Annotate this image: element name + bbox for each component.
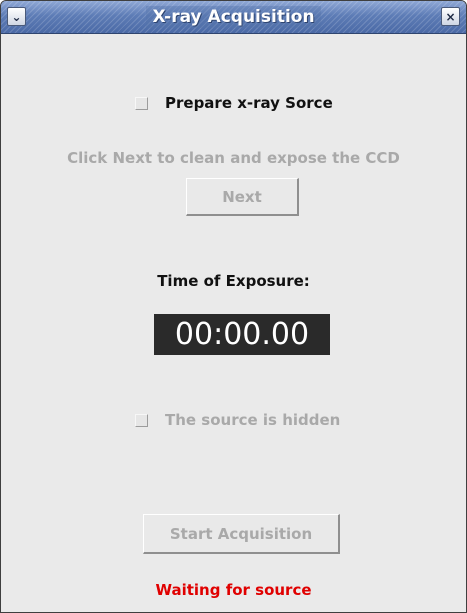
source-hidden-label: The source is hidden	[165, 411, 341, 429]
exposure-timer: 00:00.00	[154, 314, 330, 355]
prepare-source-label: Prepare x-ray Sorce	[165, 94, 333, 112]
next-button[interactable]: Next	[186, 178, 299, 216]
window-title-wrap: X-ray Acquisition	[1, 1, 466, 33]
prepare-source-row[interactable]: Prepare x-ray Sorce	[135, 94, 333, 112]
xray-acquisition-window: ⌄ X-ray Acquisition × Prepare x-ray Sorc…	[0, 0, 467, 613]
prepare-source-checkbox[interactable]	[135, 96, 148, 110]
close-icon[interactable]: ×	[441, 7, 460, 26]
window-title: X-ray Acquisition	[146, 6, 321, 28]
chevron-down-icon[interactable]: ⌄	[7, 7, 26, 26]
source-hidden-checkbox[interactable]	[135, 413, 148, 427]
exposure-label: Time of Exposure:	[157, 272, 310, 290]
status-text: Waiting for source	[155, 581, 312, 599]
start-acquisition-button[interactable]: Start Acquisition	[143, 514, 340, 554]
title-bar[interactable]: ⌄ X-ray Acquisition ×	[1, 1, 466, 34]
source-hidden-row[interactable]: The source is hidden	[135, 411, 340, 429]
instruction-text: Click Next to clean and expose the CCD	[67, 149, 400, 167]
